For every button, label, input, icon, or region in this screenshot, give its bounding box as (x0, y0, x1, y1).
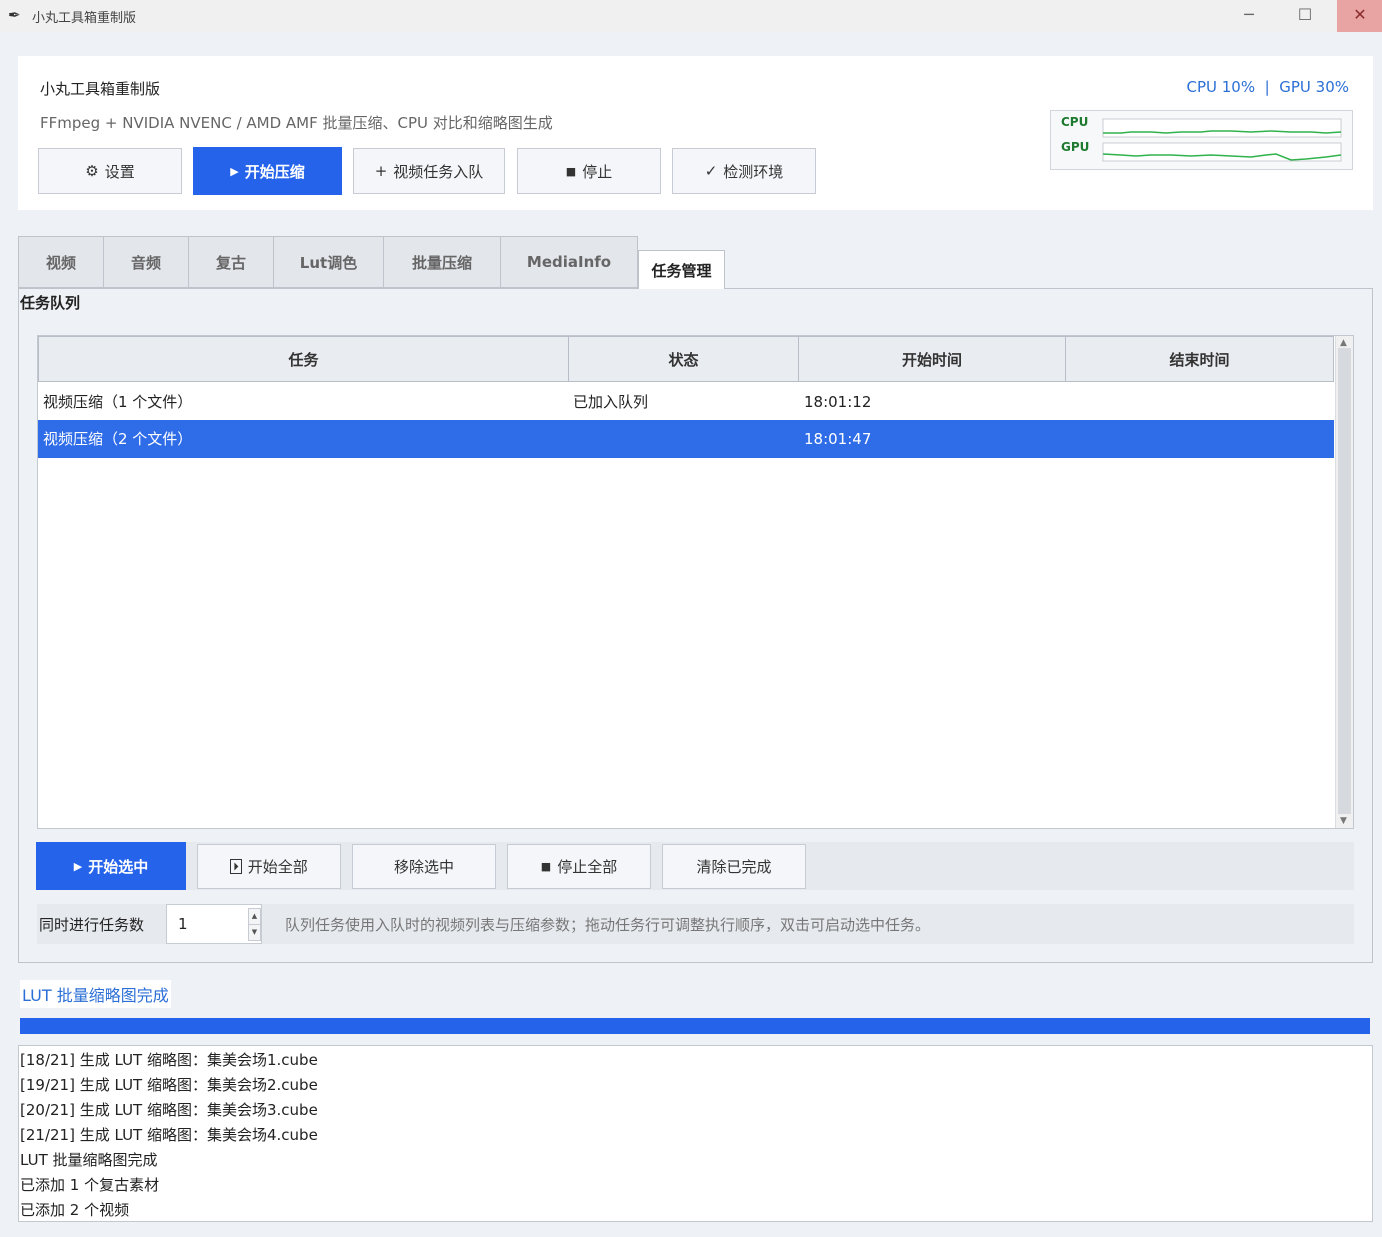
check-env-label: 检测环境 (723, 162, 784, 181)
gear-icon: ⚙ (85, 162, 99, 180)
column-header-end-time[interactable]: 结束时间 (1065, 336, 1334, 382)
spin-up-arrow-icon[interactable]: ▲ (248, 908, 261, 925)
log-output[interactable]: [18/21] 生成 LUT 缩略图：集美会场1.cube [19/21] 生成… (18, 1045, 1373, 1222)
tab-mediainfo[interactable]: MediaInfo (500, 236, 638, 288)
stop-icon: ■ (540, 860, 552, 873)
play-icon: ▶ (73, 859, 83, 873)
usage-graph: CPU GPU (1050, 110, 1353, 170)
queue-hint: 队列任务使用入队时的视频列表与压缩参数；拖动任务行可调整执行顺序，双击可启动选中… (285, 916, 931, 934)
maximize-button[interactable]: ☐ (1282, 0, 1328, 32)
start-selected-button[interactable]: ▶ 开始选中 (36, 842, 186, 890)
stop-button-label: 停止 (582, 162, 613, 181)
title-bar: ✒ 小丸工具箱重制版 ─ ☐ ✕ (0, 0, 1382, 32)
start-time-cell: 18:01:47 (804, 430, 872, 448)
start-all-label: 开始全部 (247, 858, 308, 876)
task-cell: 视频压缩（1 个文件） (43, 393, 193, 411)
start-compress-label: 开始压缩 (244, 162, 305, 181)
play-icon: ▶ (230, 164, 239, 178)
concurrency-label: 同时进行任务数 (39, 916, 145, 934)
settings-button-label: 设置 (104, 162, 135, 181)
app-subtitle: FFmpeg + NVIDIA NVENC / AMD AMF 批量压缩、CPU… (40, 114, 553, 132)
remove-selected-button[interactable]: 移除选中 (352, 844, 496, 889)
enqueue-video-task-button[interactable]: + 视频任务入队 (353, 148, 505, 194)
stop-icon: ■ (565, 164, 577, 178)
table-row-selected[interactable]: 视频压缩（2 个文件） 18:01:47 (38, 420, 1334, 458)
start-all-button[interactable]: ⏵ 开始全部 (197, 844, 341, 889)
minimize-button[interactable]: ─ (1226, 0, 1272, 32)
progress-bar (20, 1018, 1370, 1034)
stop-all-button[interactable]: ■ 停止全部 (507, 844, 651, 889)
plus-icon: + (374, 162, 388, 180)
app-name: 小丸工具箱重制版 (40, 80, 161, 98)
stop-all-label: 停止全部 (557, 858, 618, 876)
window-title: 小丸工具箱重制版 (32, 11, 137, 26)
check-icon: ✓ (704, 162, 718, 180)
table-scrollbar[interactable]: ▲ ▼ (1335, 336, 1353, 828)
tab-video[interactable]: 视频 (18, 236, 104, 288)
clear-completed-button[interactable]: 清除已完成 (662, 844, 806, 889)
stop-button[interactable]: ■ 停止 (517, 148, 661, 194)
feather-icon: ✒ (8, 6, 21, 24)
log-line: [20/21] 生成 LUT 缩略图：集美会场3.cube (20, 1101, 318, 1119)
start-selected-label: 开始选中 (88, 857, 149, 876)
status-text: LUT 批量缩略图完成 (20, 980, 171, 1008)
task-queue-title: 任务队列 (20, 294, 81, 312)
column-header-status[interactable]: 状态 (568, 336, 799, 382)
enqueue-video-task-label: 视频任务入队 (393, 162, 484, 181)
tab-retro[interactable]: 复古 (188, 236, 274, 288)
concurrency-spinbox[interactable]: 1 ▲ ▼ (166, 904, 262, 944)
start-compress-button[interactable]: ▶ 开始压缩 (193, 147, 342, 195)
start-time-cell: 18:01:12 (804, 393, 872, 411)
usage-sparklines (1102, 118, 1342, 162)
progress-fill (20, 1018, 1370, 1034)
usage-readout: CPU 10% | GPU 30% (1186, 78, 1350, 96)
tab-task-manager[interactable]: 任务管理 (638, 250, 725, 289)
concurrency-value: 1 (178, 915, 188, 933)
log-line: [19/21] 生成 LUT 缩略图：集美会场2.cube (20, 1076, 318, 1094)
play-box-icon: ⏵ (230, 859, 242, 874)
close-button[interactable]: ✕ (1337, 0, 1382, 32)
scroll-thumb[interactable] (1338, 348, 1351, 814)
settings-button[interactable]: ⚙ 设置 (38, 148, 182, 194)
check-env-button[interactable]: ✓ 检测环境 (672, 148, 816, 194)
tab-batch-compress[interactable]: 批量压缩 (383, 236, 501, 288)
spin-down-arrow-icon[interactable]: ▼ (248, 924, 261, 941)
scroll-down-arrow-icon[interactable]: ▼ (1340, 816, 1347, 826)
scroll-up-arrow-icon[interactable]: ▲ (1340, 338, 1347, 348)
log-line: [18/21] 生成 LUT 缩略图：集美会场1.cube (20, 1051, 318, 1069)
column-header-task[interactable]: 任务 (38, 336, 569, 382)
status-cell: 已加入队列 (573, 393, 649, 411)
column-header-start-time[interactable]: 开始时间 (798, 336, 1066, 382)
log-line: LUT 批量缩略图完成 (20, 1151, 158, 1169)
task-cell: 视频压缩（2 个文件） (43, 430, 193, 448)
tab-lut[interactable]: Lut调色 (273, 236, 384, 288)
log-line: 已添加 2 个视频 (20, 1201, 130, 1219)
log-line: 已添加 1 个复古素材 (20, 1176, 160, 1194)
table-row[interactable]: 视频压缩（1 个文件） 已加入队列 18:01:12 (38, 383, 1334, 421)
tab-audio[interactable]: 音频 (103, 236, 189, 288)
log-line: [21/21] 生成 LUT 缩略图：集美会场4.cube (20, 1126, 318, 1144)
